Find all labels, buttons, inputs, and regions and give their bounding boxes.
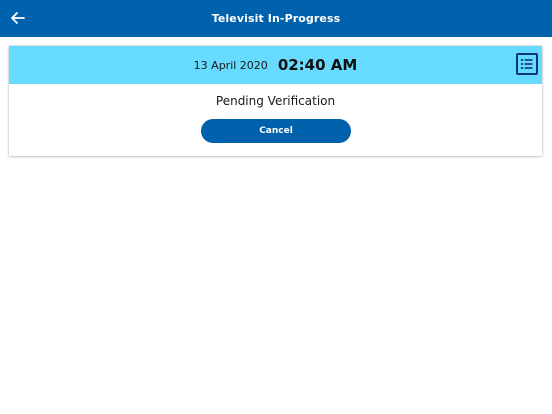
- top-app-bar: Televisit In-Progress: [0, 0, 552, 37]
- arrow-left-icon: [11, 12, 25, 24]
- visit-card: 13 April 2020 02:40 AM Pending Verificat…: [9, 46, 542, 156]
- visit-card-header: 13 April 2020 02:40 AM: [9, 46, 542, 84]
- cancel-button[interactable]: Cancel: [201, 119, 351, 143]
- details-list-button[interactable]: [516, 53, 538, 75]
- page-title: Televisit In-Progress: [211, 12, 341, 25]
- visit-time: 02:40 AM: [277, 56, 358, 74]
- visit-date: 13 April 2020: [193, 58, 268, 72]
- app-screen: Televisit In-Progress 13 April 2020 02:4…: [0, 0, 552, 414]
- visit-status: Pending Verification: [215, 94, 336, 108]
- visit-datetime: 13 April 2020 02:40 AM: [9, 46, 542, 84]
- list-icon: [520, 58, 533, 70]
- back-button[interactable]: [6, 6, 30, 30]
